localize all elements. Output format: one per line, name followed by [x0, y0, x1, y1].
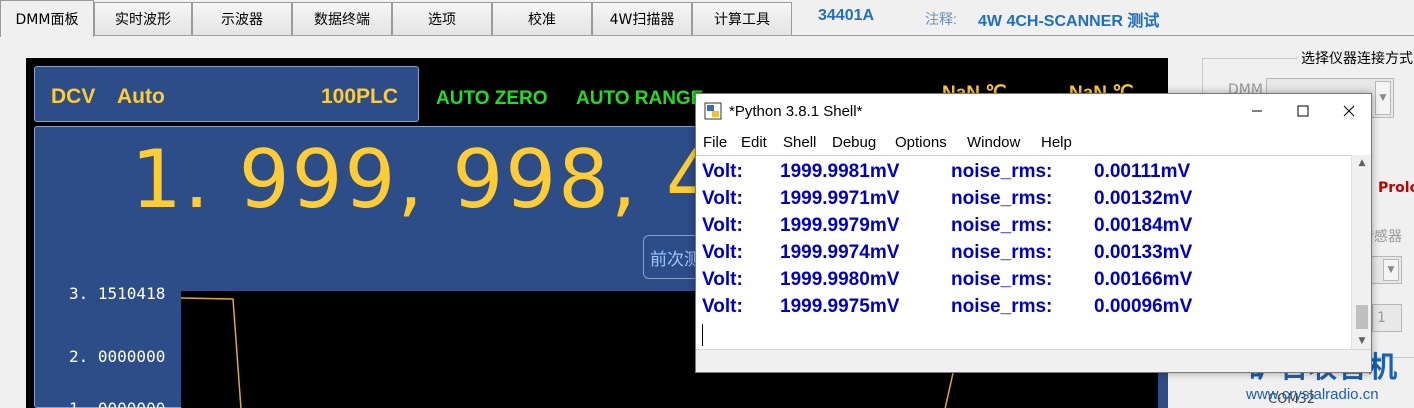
volt-value: 1999.9980mV: [780, 269, 900, 290]
text-cursor: [702, 324, 703, 346]
menu-options[interactable]: Options: [895, 134, 947, 151]
noise-value: 0.00111mV: [1094, 161, 1191, 182]
status-bar: [696, 349, 1371, 372]
nplc-label: 100PLC: [321, 85, 399, 108]
watermark-url: www.crystalradio.cn: [1246, 386, 1379, 403]
tab-label: 校准: [528, 12, 556, 28]
function-label: DCV: [51, 85, 96, 108]
menu-file[interactable]: File: [703, 134, 727, 151]
tab-label: 示波器: [221, 12, 263, 28]
scrollbar-thumb[interactable]: [1356, 305, 1368, 329]
auto-zero-indicator: AUTO ZERO: [436, 88, 548, 109]
maximize-icon: [1297, 105, 1309, 117]
plot-y-tick: 1. 0000000: [69, 399, 165, 408]
vertical-scrollbar[interactable]: ▲ ▼: [1351, 155, 1371, 349]
tab-options[interactable]: 选项: [392, 2, 492, 35]
volt-value: 1999.9974mV: [780, 242, 900, 263]
note-text: 4W 4CH-SCANNER 测试: [978, 13, 1160, 30]
tab-label: 计算工具: [714, 12, 770, 28]
volt-label: Volt:: [702, 215, 743, 236]
plot-y-tick: 3. 1510418: [69, 284, 166, 303]
window-title: *Python 3.8.1 Shell*: [729, 103, 863, 120]
range-label: Auto: [117, 85, 165, 108]
channel-value: 1: [1377, 310, 1386, 326]
menu-edit[interactable]: Edit: [741, 134, 767, 151]
chevron-down-icon[interactable]: ▼: [1375, 81, 1391, 115]
plot-y-tick: 2. 0000000: [69, 347, 166, 366]
tab-label: 4W扫描器: [609, 12, 675, 28]
volt-label: Volt:: [702, 269, 743, 290]
volt-value: 1999.9979mV: [780, 215, 900, 236]
noise-label: noise_rms:: [951, 296, 1053, 317]
volt-label: Volt:: [702, 161, 743, 182]
noise-label: noise_rms:: [951, 188, 1053, 209]
close-icon: [1343, 105, 1355, 117]
volt-label: Volt:: [702, 296, 743, 317]
menu-bar: File Edit Shell Debug Options Window Hel…: [696, 131, 1371, 155]
shell-output[interactable]: Volt: 1999.9981mV noise_rms: 0.00111mV V…: [696, 155, 1351, 349]
menu-shell[interactable]: Shell: [783, 134, 816, 151]
tab-dmm-panel[interactable]: DMM面板: [0, 0, 94, 37]
tab-oscilloscope[interactable]: 示波器: [192, 2, 292, 35]
tab-calibration[interactable]: 校准: [492, 2, 592, 35]
trend-line-right: [944, 372, 954, 408]
menu-help[interactable]: Help: [1041, 134, 1072, 151]
noise-value: 0.00096mV: [1094, 296, 1193, 317]
tab-label: DMM面板: [15, 12, 79, 28]
trend-line-left: [180, 297, 242, 408]
window-titlebar[interactable]: *Python 3.8.1 Shell*: [696, 94, 1371, 130]
volt-value: 1999.9981mV: [780, 161, 900, 182]
auto-range-indicator: AUTO RANGE: [576, 88, 704, 109]
noise-value: 0.00184mV: [1094, 215, 1193, 236]
tab-calc-tools[interactable]: 计算工具: [692, 2, 792, 35]
note-label: 注释:: [925, 11, 957, 27]
tab-bar: DMM面板 实时波形 示波器 数据终端 选项 校准 4W扫描器 计算工具 344…: [0, 0, 1414, 37]
noise-label: noise_rms:: [951, 269, 1053, 290]
menu-debug[interactable]: Debug: [832, 134, 876, 151]
tab-label: 数据终端: [314, 12, 370, 28]
menu-window[interactable]: Window: [967, 134, 1020, 151]
noise-value: 0.00132mV: [1094, 188, 1193, 209]
tab-label: 实时波形: [115, 12, 171, 28]
minimize-icon: [1252, 110, 1262, 112]
python-shell-window: *Python 3.8.1 Shell* File Edit Shell Deb…: [695, 93, 1372, 373]
previous-reading-label: 前次测: [650, 249, 701, 270]
minimize-button[interactable]: [1234, 94, 1280, 128]
maximize-button[interactable]: [1280, 94, 1326, 128]
python-icon: [704, 102, 722, 120]
connection-group-title: 选择仪器连接方式: [1298, 48, 1414, 68]
channel-select[interactable]: 1: [1372, 304, 1402, 332]
noise-value: 0.00166mV: [1094, 269, 1193, 290]
volt-label: Volt:: [702, 242, 743, 263]
tab-4w-scanner[interactable]: 4W扫描器: [592, 2, 692, 35]
noise-label: noise_rms:: [951, 215, 1053, 236]
noise-value: 0.00133mV: [1094, 242, 1193, 263]
scroll-up-icon[interactable]: ▲: [1352, 155, 1371, 171]
chevron-down-icon[interactable]: ▼: [1383, 259, 1399, 281]
instrument-model: 34401A: [818, 7, 875, 24]
noise-label: noise_rms:: [951, 242, 1053, 263]
mode-box: DCV Auto 100PLC: [34, 66, 419, 122]
scroll-down-icon[interactable]: ▼: [1352, 333, 1371, 349]
volt-value: 1999.9971mV: [780, 188, 900, 209]
volt-label: Volt:: [702, 188, 743, 209]
volt-value: 1999.9975mV: [780, 296, 900, 317]
tab-label: 选项: [428, 12, 456, 28]
tab-data-terminal[interactable]: 数据终端: [292, 2, 392, 35]
tab-realtime-wave[interactable]: 实时波形: [94, 2, 192, 35]
protocol-label: Prolo: [1378, 180, 1414, 196]
main-reading: 1. 999, 998, 4: [131, 133, 719, 226]
close-button[interactable]: [1326, 94, 1371, 128]
noise-label: noise_rms:: [951, 161, 1053, 182]
